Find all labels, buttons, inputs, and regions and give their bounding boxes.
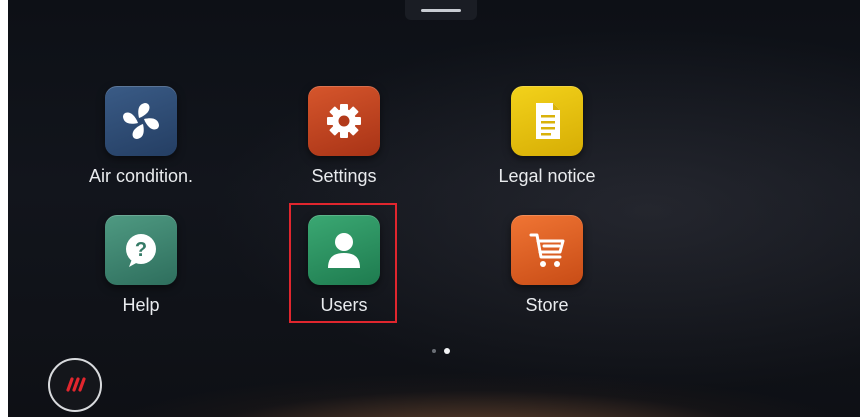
app-label: Legal notice	[498, 166, 596, 186]
selection-highlight	[289, 203, 397, 323]
page-dot-2[interactable]	[444, 348, 450, 354]
app-label: Store	[525, 295, 569, 315]
app-label: Air condition.	[88, 166, 194, 186]
svg-text:?: ?	[135, 239, 147, 261]
app-label: Help	[122, 295, 160, 315]
shopping-cart-icon	[511, 215, 583, 285]
app-settings[interactable]: Settings	[269, 86, 419, 196]
pull-down-handle[interactable]	[405, 0, 477, 20]
question-bubble-icon: ?	[105, 215, 177, 285]
app-help[interactable]: ? Help	[66, 215, 216, 325]
gear-icon	[308, 86, 380, 156]
app-store[interactable]: Store	[472, 215, 622, 325]
brand-logo-icon[interactable]	[48, 358, 102, 412]
home-screen: Air condition. Settings Legal notice ? H…	[8, 0, 860, 417]
fan-icon	[105, 86, 177, 156]
app-label: Settings	[311, 166, 377, 186]
page-dot-1[interactable]	[432, 349, 436, 353]
document-icon	[511, 86, 583, 156]
app-air-conditioning[interactable]: Air condition.	[66, 86, 216, 196]
app-legal-notice[interactable]: Legal notice	[472, 86, 622, 196]
